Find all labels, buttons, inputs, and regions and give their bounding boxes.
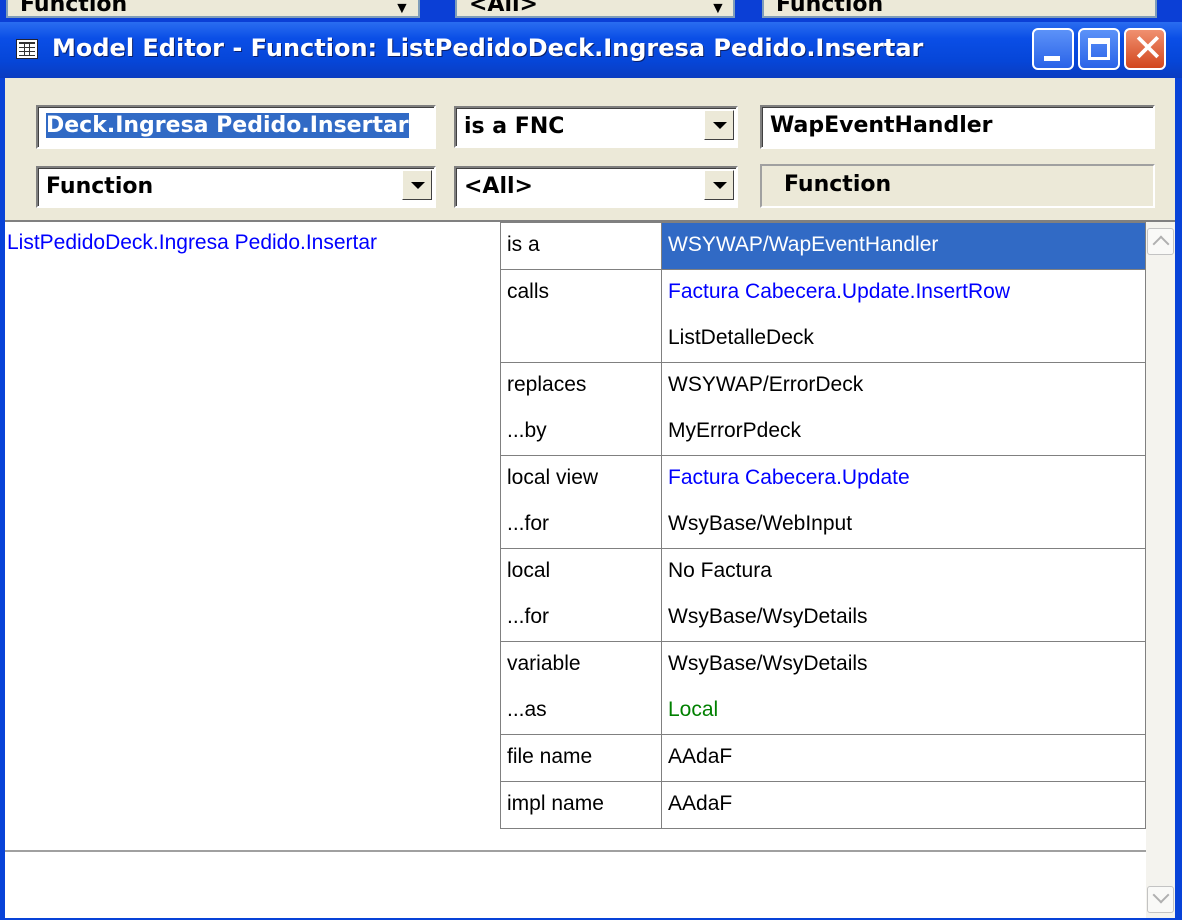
source-object-name[interactable]: ListPedidoDeck.Ingresa Pedido.Insertar	[5, 222, 502, 264]
verb-cell[interactable]: calls	[500, 269, 662, 363]
verb-label: local	[507, 559, 551, 582]
verb-label: file name	[507, 745, 593, 768]
bg-target-type: Function	[762, 0, 1157, 18]
verb-label: replaces	[507, 373, 587, 396]
table-row[interactable]: variable ...as WsyBase/WsyDetails Local	[500, 641, 1146, 735]
verb-select-text: is a FNC	[464, 114, 565, 139]
verb-select[interactable]: is a FNC	[454, 106, 738, 148]
value-cell[interactable]: WsyBase/WsyDetails Local	[661, 641, 1146, 735]
bg-type-text: Function	[20, 0, 128, 17]
table-row[interactable]: calls Factura Cabecera.Update.InsertRow Li…	[500, 269, 1146, 363]
model-editor-window: Model Editor - Function: ListPedidoDeck.…	[0, 22, 1182, 920]
filter-text: <All>	[464, 174, 533, 199]
target-type-text: Function	[784, 172, 892, 197]
value-label[interactable]: Local	[662, 688, 1145, 734]
table-row[interactable]: impl name AAdaF	[500, 781, 1146, 829]
table-row[interactable]: is a WSYWAP/WapEventHandler	[500, 222, 1146, 270]
verb-label: ...for	[507, 512, 550, 535]
verb-label: impl name	[507, 792, 604, 815]
model-content-panel: ListPedidoDeck.Ingresa Pedido.Insertar i…	[5, 222, 1175, 918]
verb-cell[interactable]: variable ...as	[500, 641, 662, 735]
scroll-down-icon[interactable]	[1147, 886, 1174, 913]
verb-cell[interactable]: file name	[500, 734, 662, 782]
verb-cell[interactable]: local view ...for	[500, 455, 662, 549]
bg-target-type-text: Function	[776, 0, 884, 17]
value-cell[interactable]: No Factura WsyBase/WsyDetails	[661, 548, 1146, 642]
target-object-text: WapEventHandler	[770, 113, 993, 138]
value-label[interactable]: Factura Cabecera.Update.InsertRow	[662, 270, 1145, 316]
object-name-field[interactable]: Deck.Ingresa Pedido.Insertar	[36, 105, 436, 149]
verb-cell[interactable]: replaces ...by	[500, 362, 662, 456]
background-window-strip: Function ▼ <All> ▼ Function	[0, 0, 1182, 22]
dropdown-arrow-icon[interactable]	[704, 110, 734, 140]
table-row[interactable]: local ...for No Factura WsyBase/WsyDetails	[500, 548, 1146, 642]
value-cell[interactable]: Factura Cabecera.Update WsyBase/WebInput	[661, 455, 1146, 549]
value-cell[interactable]: AAdaF	[661, 734, 1146, 782]
table-row[interactable]: file name AAdaF	[500, 734, 1146, 782]
value-label[interactable]: WSYWAP/ErrorDeck	[662, 363, 1145, 409]
minimize-button[interactable]	[1032, 28, 1074, 70]
table-row[interactable]: local view ...for Factura Cabecera.Update W…	[500, 455, 1146, 549]
dropdown-arrow-icon-filter[interactable]	[704, 170, 734, 200]
verb-label: calls	[507, 280, 550, 303]
object-name-text: Deck.Ingresa Pedido.Insertar	[46, 113, 409, 138]
title-bar[interactable]: Model Editor - Function: ListPedidoDeck.…	[0, 22, 1182, 78]
bg-dropdown-arrow-icon: ▼	[394, 0, 410, 17]
dropdown-arrow-icon-type[interactable]	[402, 170, 432, 200]
scroll-up-icon[interactable]	[1147, 228, 1174, 255]
triples-table: is a WSYWAP/WapEventHandler calls Factura C…	[500, 222, 1146, 829]
value-label[interactable]: WsyBase/WsyDetails	[662, 642, 1145, 688]
maximize-button[interactable]	[1078, 28, 1120, 70]
object-type-text: Function	[46, 174, 154, 199]
verb-label: ...for	[507, 605, 550, 628]
value-label[interactable]: No Factura	[662, 549, 1145, 595]
target-object-field[interactable]: WapEventHandler	[760, 105, 1155, 149]
window-title: Model Editor - Function: ListPedidoDeck.…	[52, 34, 924, 62]
window-menu-icon[interactable]	[16, 39, 38, 59]
bg-dropdown-arrow-icon-2: ▼	[710, 0, 726, 17]
verb-label: ...as	[507, 698, 547, 721]
close-icon: ✕	[1132, 26, 1164, 70]
target-type-label: Function	[760, 164, 1155, 208]
filter-select[interactable]: <All>	[454, 166, 738, 208]
bg-filter-text: <All>	[469, 0, 538, 17]
table-row[interactable]: replaces ...by WSYWAP/ErrorDeck MyErrorPdec…	[500, 362, 1146, 456]
bg-filter-select: <All>	[455, 0, 735, 18]
value-cell[interactable]: WSYWAP/ErrorDeck MyErrorPdeck	[661, 362, 1146, 456]
value-cell[interactable]: AAdaF	[661, 781, 1146, 829]
value-label[interactable]: WsyBase/WebInput	[662, 502, 1145, 548]
editor-toolbar: Deck.Ingresa Pedido.Insertar is a FNC Wa…	[5, 78, 1175, 222]
verb-label: local view	[507, 466, 599, 489]
value-label[interactable]: ListDetalleDeck	[662, 316, 1145, 362]
verb-cell[interactable]: local ...for	[500, 548, 662, 642]
verb-label: variable	[507, 652, 581, 675]
vertical-scrollbar[interactable]	[1146, 222, 1175, 918]
object-type-select[interactable]: Function	[36, 166, 436, 208]
verb-label	[501, 316, 661, 362]
value-label[interactable]: WSYWAP/WapEventHandler	[662, 223, 1145, 269]
verb-label: ...by	[507, 419, 547, 442]
value-label[interactable]: AAdaF	[662, 782, 1145, 828]
bg-type-select: Function	[6, 0, 420, 18]
value-cell[interactable]: WSYWAP/WapEventHandler	[661, 222, 1146, 270]
divider	[5, 850, 1175, 852]
verb-cell[interactable]: impl name	[500, 781, 662, 829]
value-cell[interactable]: Factura Cabecera.Update.InsertRow ListDet…	[661, 269, 1146, 363]
value-label[interactable]: AAdaF	[662, 735, 1145, 781]
verb-cell[interactable]: is a	[500, 222, 662, 270]
value-label[interactable]: MyErrorPdeck	[662, 409, 1145, 455]
value-label[interactable]: Factura Cabecera.Update	[662, 456, 1145, 502]
value-label[interactable]: WsyBase/WsyDetails	[662, 595, 1145, 641]
close-button[interactable]: ✕	[1124, 26, 1166, 70]
verb-label: is a	[507, 233, 540, 256]
